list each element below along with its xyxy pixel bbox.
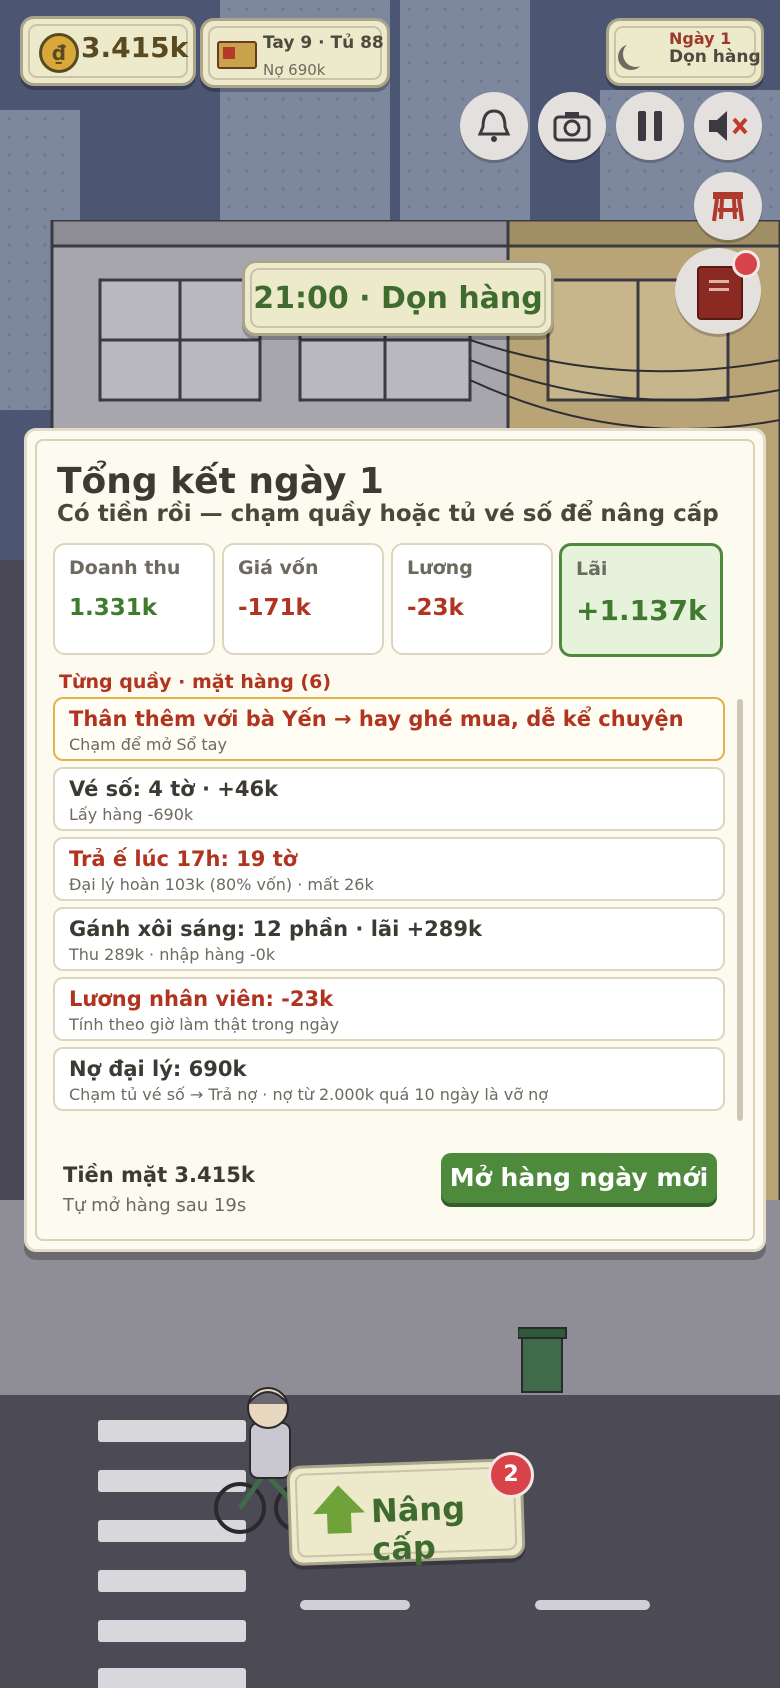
- list-item-title: Lương nhân viên: -23k: [69, 987, 334, 1011]
- list-item-title: Trả ế lúc 17h: 19 tờ: [69, 847, 298, 871]
- summary-subtitle: Có tiền rồi — chạm quầy hoặc tủ vé số để…: [57, 501, 719, 527]
- ticket-icon: [217, 41, 257, 69]
- money-value: 3.415k: [81, 31, 189, 64]
- day-phase: Dọn hàng: [669, 47, 761, 67]
- list-item-title: Nợ đại lý: 690k: [69, 1057, 247, 1081]
- stat-label: Giá vốn: [238, 557, 319, 579]
- day-summary-dialog: Tổng kết ngày 1 Có tiền rồi — chạm quầy …: [24, 428, 766, 1252]
- stat-value: -171k: [238, 595, 311, 621]
- stat-value: +1.137k: [576, 594, 707, 627]
- debt-text: Nợ 690k: [263, 61, 326, 79]
- mute-button[interactable]: [694, 92, 762, 160]
- upgrade-label: Nâng cấp: [370, 1488, 466, 1569]
- camera-button[interactable]: [538, 92, 606, 160]
- stat-label: Lãi: [576, 558, 608, 580]
- stool-icon: [712, 192, 744, 222]
- notification-button[interactable]: [460, 92, 528, 160]
- open-new-day-button[interactable]: Mở hàng ngày mới: [441, 1153, 717, 1203]
- stool-button[interactable]: [694, 172, 762, 240]
- stat-label: Lương: [407, 557, 473, 579]
- breakdown-heading: Từng quầy · mặt hàng (6): [59, 671, 332, 693]
- day-phase-display: Ngày 1 Dọn hàng: [606, 18, 764, 86]
- cash-total: Tiền mặt 3.415k: [63, 1163, 255, 1187]
- list-item-title: Gánh xôi sáng: 12 phần · lãi +289k: [69, 917, 482, 941]
- list-item-wages[interactable]: Lương nhân viên: -23k Tính theo giờ làm …: [53, 977, 725, 1041]
- lane-marking: [535, 1600, 650, 1610]
- day-number: Ngày 1: [669, 29, 732, 48]
- crosswalk-stripe: [98, 1620, 246, 1642]
- list-item-relationship[interactable]: Thân thêm với bà Yến → hay ghé mua, dễ k…: [53, 697, 725, 761]
- money-display: ₫ 3.415k: [20, 16, 196, 86]
- auto-open-countdown: Tự mở hàng sau 19s: [63, 1195, 247, 1216]
- lottery-ticket-status[interactable]: Tay 9 · Tủ 88 Nợ 690k: [200, 18, 390, 88]
- list-item-subtitle: Đại lý hoàn 103k (80% vốn) · mất 26k: [69, 875, 374, 894]
- ticket-stock-text: Tay 9 · Tủ 88: [263, 33, 384, 53]
- crosswalk-stripe: [98, 1570, 246, 1592]
- time-phase-text: 21:00 · Dọn hàng: [253, 281, 543, 316]
- list-item-title: Vé số: 4 tờ · +46k: [69, 777, 279, 801]
- list-item-subtitle: Chạm để mở Sổ tay: [69, 735, 227, 754]
- pause-button[interactable]: [616, 92, 684, 160]
- stat-cost: Giá vốn -171k: [222, 543, 384, 655]
- summary-title: Tổng kết ngày 1: [57, 461, 384, 502]
- coin-icon: ₫: [39, 33, 79, 73]
- list-item-lottery[interactable]: Vé số: 4 tờ · +46k Lấy hàng -690k: [53, 767, 725, 831]
- stat-revenue: Doanh thu 1.331k: [53, 543, 215, 655]
- list-item-subtitle: Tính theo giờ làm thật trong ngày: [69, 1015, 339, 1034]
- list-item-subtitle: Thu 289k · nhập hàng -0k: [69, 945, 276, 964]
- arrow-up-icon: [312, 1484, 365, 1515]
- list-item-title: Thân thêm với bà Yến → hay ghé mua, dễ k…: [69, 707, 684, 731]
- stat-value: -23k: [407, 595, 464, 621]
- list-item-subtitle: Lấy hàng -690k: [69, 805, 194, 824]
- camera-icon: [553, 112, 591, 142]
- speaker-muted-icon: [709, 111, 748, 141]
- pause-icon: [638, 111, 662, 141]
- moon-icon: [623, 41, 649, 67]
- crosswalk-stripe: [98, 1668, 246, 1688]
- list-item-subtitle: Chạm tủ vé số → Trả nợ · nợ từ 2.000k qu…: [69, 1085, 549, 1104]
- upgrade-count-badge: 2: [488, 1452, 534, 1498]
- lane-marking: [300, 1600, 410, 1610]
- list-item-debt[interactable]: Nợ đại lý: 690k Chạm tủ vé số → Trả nợ ·…: [53, 1047, 725, 1111]
- stat-label: Doanh thu: [69, 557, 181, 579]
- list-item-sticky-rice[interactable]: Gánh xôi sáng: 12 phần · lãi +289k Thu 2…: [53, 907, 725, 971]
- stat-profit: Lãi +1.137k: [559, 543, 723, 657]
- notification-dot: [732, 250, 760, 278]
- bell-icon: [477, 109, 511, 142]
- stat-wages: Lương -23k: [391, 543, 553, 655]
- list-scrollbar[interactable]: [737, 699, 743, 1121]
- stat-value: 1.331k: [69, 595, 158, 621]
- trash-bin: [518, 1327, 567, 1393]
- time-banner: 21:00 · Dọn hàng: [242, 260, 554, 336]
- list-item-returns[interactable]: Trả ế lúc 17h: 19 tờ Đại lý hoàn 103k (8…: [53, 837, 725, 901]
